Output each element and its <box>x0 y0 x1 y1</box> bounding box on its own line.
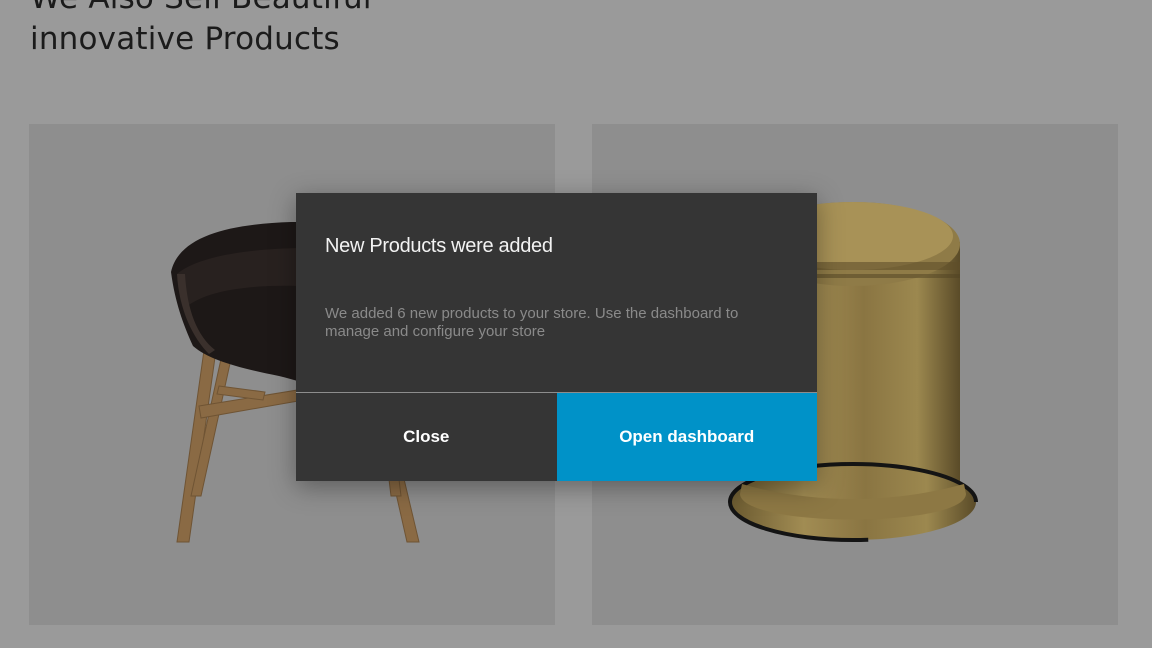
page: We Also Sell Beautiful innovative Produc… <box>0 0 1152 648</box>
dialog-title: New Products were added <box>325 235 553 257</box>
dialog-message: We added 6 new products to your store. U… <box>325 305 739 340</box>
page-heading-line-2: innovative Products <box>30 21 340 57</box>
new-products-dialog: New Products were added We added 6 new p… <box>296 193 817 481</box>
open-dashboard-button[interactable]: Open dashboard <box>556 393 817 481</box>
page-heading: We Also Sell Beautiful innovative Produc… <box>30 0 372 60</box>
close-button[interactable]: Close <box>296 393 557 481</box>
page-heading-line-1: We Also Sell Beautiful <box>30 0 372 19</box>
dialog-actions: Close Open dashboard <box>296 393 817 481</box>
